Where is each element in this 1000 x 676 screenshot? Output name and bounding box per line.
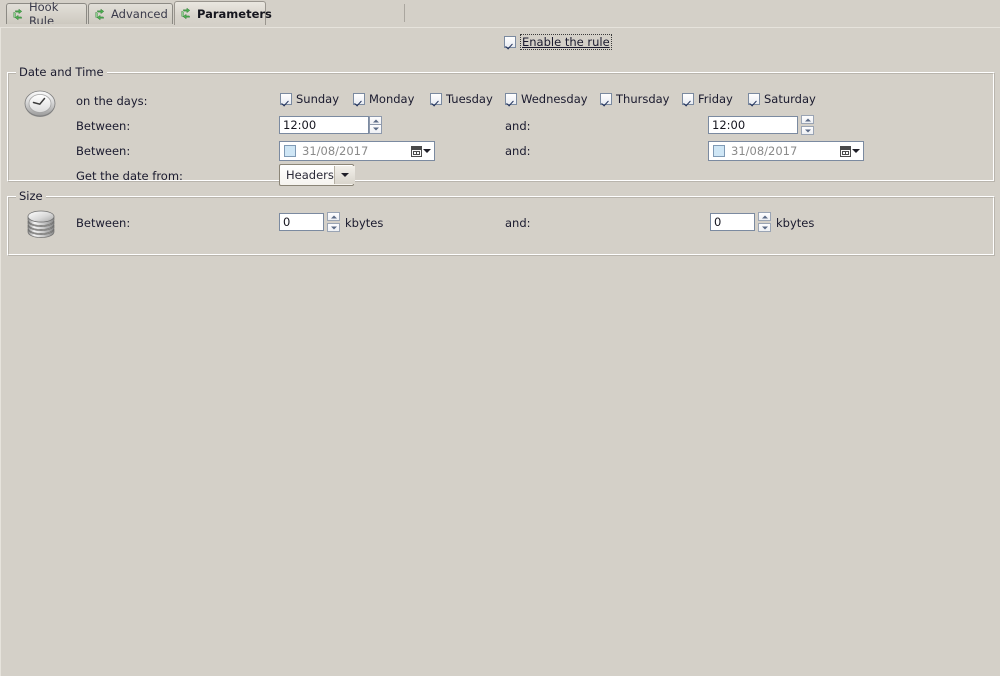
and-date-label: and: xyxy=(505,144,531,158)
size-max-spinner[interactable] xyxy=(758,212,771,232)
size-min-spinner[interactable] xyxy=(327,212,340,232)
day-label: Tuesday xyxy=(446,92,493,106)
day-checkbox-friday[interactable]: Friday xyxy=(682,92,733,106)
spinner-up-button[interactable] xyxy=(369,116,382,125)
day-label: Thursday xyxy=(616,92,669,106)
tab-label: Advanced xyxy=(111,7,168,21)
clock-icon xyxy=(23,89,57,119)
tab-strip: Hook Rule Advanced Parameters xyxy=(0,0,1000,27)
checkbox-box[interactable] xyxy=(353,93,365,105)
checkbox-box[interactable] xyxy=(430,93,442,105)
enable-rule-row[interactable]: Enable the rule xyxy=(504,34,612,50)
day-label: Sunday xyxy=(296,92,339,106)
spinner-down-button[interactable] xyxy=(369,125,382,134)
day-checkbox-thursday[interactable]: Thursday xyxy=(600,92,669,106)
day-checkbox-monday[interactable]: Monday xyxy=(353,92,414,106)
get-date-from-label: Get the date from: xyxy=(76,169,183,183)
size-min-input[interactable] xyxy=(279,213,324,231)
calendar-icon xyxy=(840,146,851,157)
date-to-value: 31/08/2017 xyxy=(731,144,834,158)
day-checkbox-sunday[interactable]: Sunday xyxy=(280,92,339,106)
tab-strip-divider xyxy=(404,4,405,22)
day-label: Saturday xyxy=(764,92,816,106)
time-from-input[interactable] xyxy=(279,116,369,134)
time-to-input[interactable] xyxy=(708,116,798,134)
date-source-value: Headers xyxy=(286,167,334,183)
day-checkbox-tuesday[interactable]: Tuesday xyxy=(430,92,493,106)
enable-rule-checkbox[interactable] xyxy=(504,36,516,48)
combobox-dropdown-button[interactable] xyxy=(334,166,355,184)
parameters-panel: Enable the rule Date and Time xyxy=(0,27,1000,676)
disk-stack-icon xyxy=(24,207,58,241)
date-from-value: 31/08/2017 xyxy=(302,144,405,158)
spinner-down-button[interactable] xyxy=(758,223,771,232)
spinner-down-button[interactable] xyxy=(801,126,814,135)
between-time-label: Between: xyxy=(76,119,130,133)
day-label: Friday xyxy=(698,92,733,106)
day-checkbox-saturday[interactable]: Saturday xyxy=(748,92,816,106)
checkbox-box[interactable] xyxy=(505,93,517,105)
checkbox-box[interactable] xyxy=(280,93,292,105)
time-to-spinner[interactable] xyxy=(801,115,814,135)
spinner-down-button[interactable] xyxy=(327,223,340,232)
date-source-combobox[interactable]: Headers xyxy=(279,164,354,186)
tab-label: Parameters xyxy=(197,7,272,21)
on-the-days-label: on the days: xyxy=(76,94,148,108)
group-inner-border xyxy=(8,197,994,255)
date-from-enable-checkbox[interactable] xyxy=(284,145,296,157)
size-group-title: Size xyxy=(16,190,46,202)
date-from-dropdown-button[interactable] xyxy=(411,146,431,157)
and-time-label: and: xyxy=(505,119,531,133)
recycle-arrows-icon xyxy=(180,7,193,20)
date-to-enable-checkbox[interactable] xyxy=(713,145,725,157)
date-to-dropdown-button[interactable] xyxy=(840,146,860,157)
size-max-unit: kbytes xyxy=(776,216,814,230)
time-from-spinner[interactable] xyxy=(369,116,382,134)
date-and-time-group: Date and Time xyxy=(7,72,995,182)
enable-rule-label[interactable]: Enable the rule xyxy=(520,34,612,50)
between-date-label: Between: xyxy=(76,144,130,158)
recycle-arrows-icon xyxy=(94,8,107,21)
size-max-input[interactable] xyxy=(710,213,755,231)
checkbox-box[interactable] xyxy=(682,93,694,105)
day-label: Wednesday xyxy=(521,92,588,106)
date-from-picker[interactable]: 31/08/2017 xyxy=(279,141,435,161)
chevron-down-icon xyxy=(423,149,431,153)
size-and-label: and: xyxy=(505,216,531,230)
recycle-arrows-icon xyxy=(12,8,25,21)
day-label: Monday xyxy=(369,92,414,106)
size-between-label: Between: xyxy=(76,216,130,230)
date-to-picker[interactable]: 31/08/2017 xyxy=(708,141,864,161)
size-group: Size xyxy=(7,196,995,256)
day-checkbox-wednesday[interactable]: Wednesday xyxy=(505,92,588,106)
chevron-down-icon xyxy=(852,149,860,153)
spinner-up-button[interactable] xyxy=(758,212,771,221)
tab-strip-underline xyxy=(0,24,1000,25)
checkbox-box[interactable] xyxy=(748,93,760,105)
tab-hook-rule[interactable]: Hook Rule xyxy=(6,3,87,24)
date-and-time-group-title: Date and Time xyxy=(16,66,107,78)
chevron-down-icon xyxy=(341,173,349,177)
tab-parameters[interactable]: Parameters xyxy=(174,1,266,25)
group-inner-border xyxy=(8,73,994,181)
spinner-up-button[interactable] xyxy=(327,212,340,221)
checkbox-box[interactable] xyxy=(600,93,612,105)
size-min-unit: kbytes xyxy=(345,216,383,230)
tab-advanced[interactable]: Advanced xyxy=(88,3,173,24)
spinner-up-button[interactable] xyxy=(801,115,814,124)
calendar-icon xyxy=(411,146,422,157)
